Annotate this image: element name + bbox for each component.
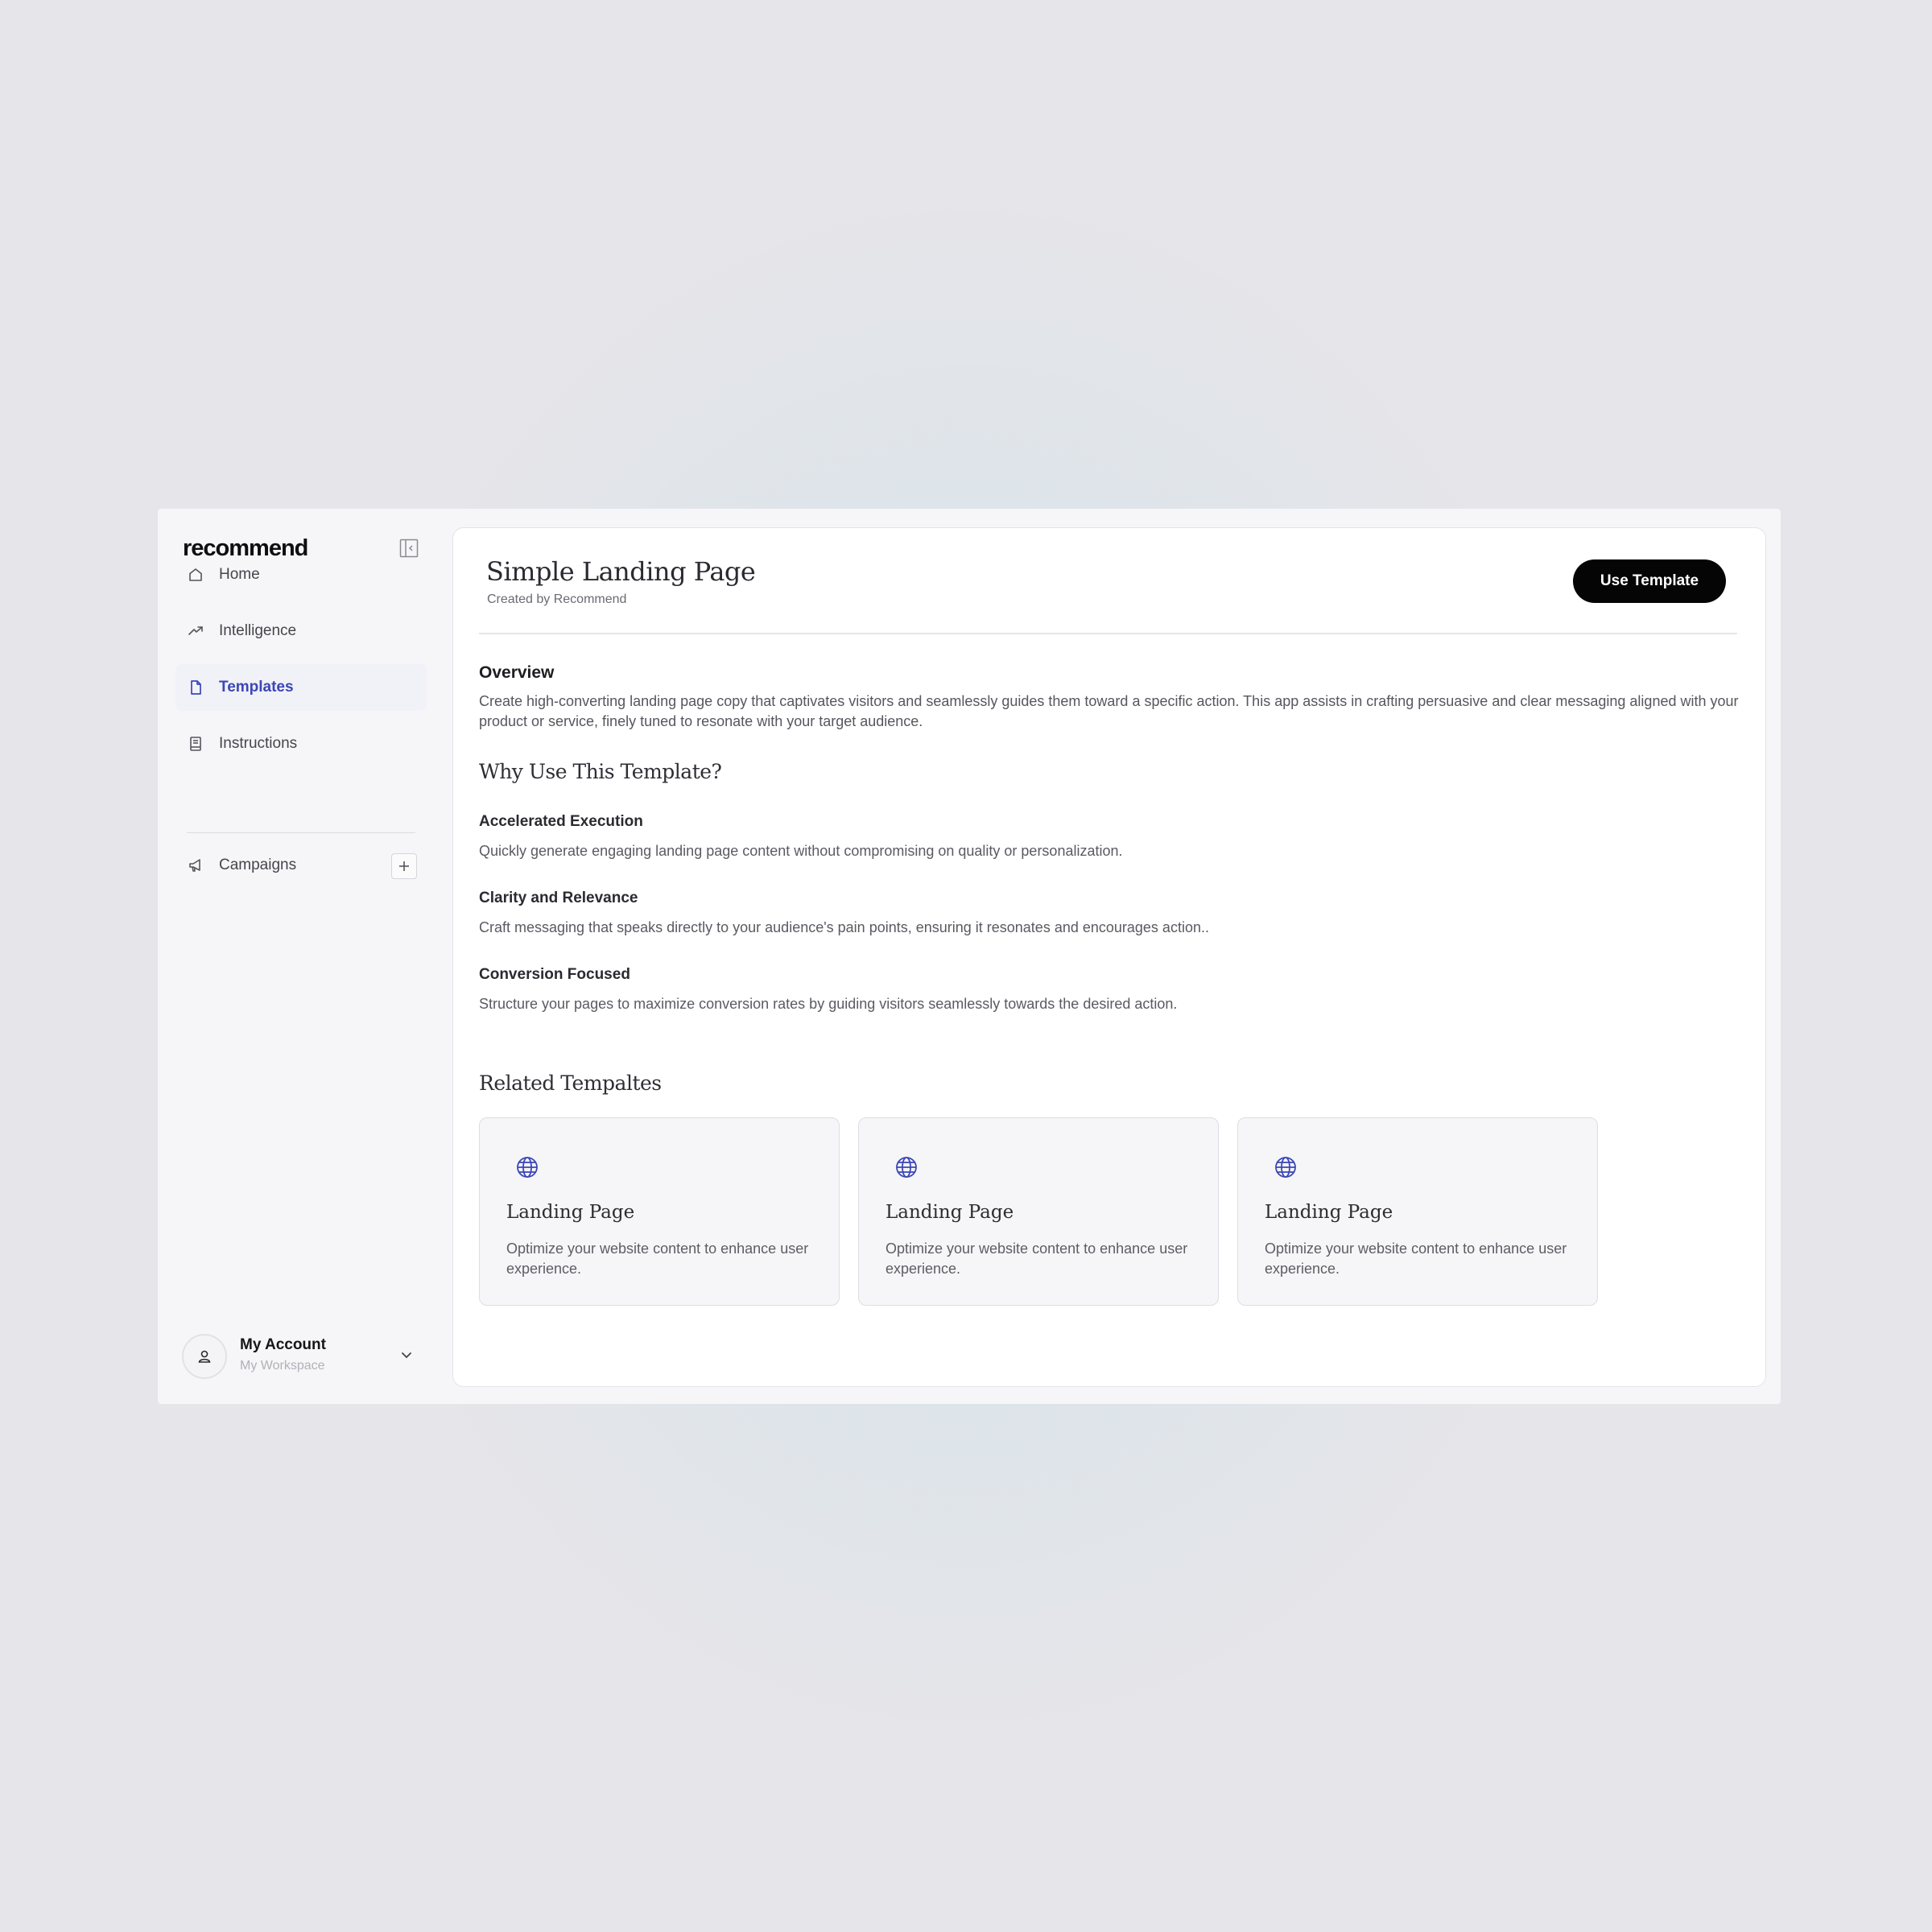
megaphone-icon [187, 857, 204, 874]
globe-icon [894, 1155, 919, 1179]
document-icon [187, 679, 204, 696]
page-background: recommend Home Intelligence Templates In… [0, 0, 1932, 1932]
sidebar-item-templates[interactable]: Templates [175, 664, 427, 711]
account-name: My Account [240, 1336, 326, 1353]
sidebar-item-instructions[interactable]: Instructions [175, 720, 427, 767]
card-description: Optimize your website content to enhance… [886, 1241, 1188, 1277]
card-title: Landing Page [506, 1202, 635, 1223]
overview-text: Create high-converting landing page copy… [479, 693, 1739, 729]
user-icon [198, 1350, 211, 1363]
sidebar-item-label: Campaigns [219, 857, 297, 873]
book-icon [187, 735, 204, 753]
sidebar-item-home[interactable]: Home [175, 551, 427, 598]
plus-icon [399, 861, 409, 871]
home-icon [187, 566, 204, 584]
sidebar-item-label: Intelligence [219, 622, 297, 639]
card-description: Optimize your website content to enhance… [506, 1241, 809, 1277]
benefit-text: Quickly generate engaging landing page c… [479, 843, 1123, 859]
related-template-card[interactable]: Landing Page Optimize your website conte… [479, 1117, 840, 1306]
why-heading: Why Use This Template? [479, 760, 722, 783]
card-title: Landing Page [1265, 1202, 1393, 1223]
card-description: Optimize your website content to enhance… [1265, 1241, 1567, 1277]
app-window: recommend Home Intelligence Templates In… [158, 509, 1781, 1404]
account-switcher[interactable]: My Account My Workspace [182, 1331, 423, 1380]
header-divider [479, 633, 1737, 634]
benefit-title: Clarity and Relevance [479, 890, 638, 906]
sidebar-item-intelligence[interactable]: Intelligence [175, 608, 427, 654]
globe-icon [1274, 1155, 1298, 1179]
sidebar: recommend Home Intelligence Templates In… [158, 509, 452, 1404]
benefit-text: Structure your pages to maximize convers… [479, 996, 1178, 1012]
sidebar-item-label: Templates [219, 679, 294, 696]
use-template-button[interactable]: Use Template [1573, 559, 1726, 603]
page-title: Simple Landing Page [486, 556, 756, 587]
main-panel: Simple Landing Page Created by Recommend… [452, 527, 1766, 1387]
related-template-card[interactable]: Landing Page Optimize your website conte… [1237, 1117, 1598, 1306]
sidebar-divider [187, 832, 415, 833]
sidebar-item-label: Instructions [219, 735, 298, 752]
page-subtitle: Created by Recommend [487, 592, 627, 606]
trend-icon [187, 622, 204, 640]
add-campaign-button[interactable] [391, 853, 417, 879]
related-template-card[interactable]: Landing Page Optimize your website conte… [858, 1117, 1219, 1306]
card-title: Landing Page [886, 1202, 1014, 1223]
workspace-name: My Workspace [240, 1359, 325, 1373]
overview-heading: Overview [479, 663, 555, 682]
sidebar-item-campaigns[interactable]: Campaigns [175, 842, 427, 889]
globe-icon [515, 1155, 539, 1179]
avatar [182, 1334, 227, 1379]
benefit-title: Conversion Focused [479, 966, 630, 983]
related-heading: Related Tempaltes [479, 1071, 662, 1095]
chevron-down-icon[interactable] [399, 1348, 414, 1362]
sidebar-item-label: Home [219, 566, 260, 583]
benefit-title: Accelerated Execution [479, 813, 643, 830]
benefit-text: Craft messaging that speaks directly to … [479, 919, 1209, 935]
